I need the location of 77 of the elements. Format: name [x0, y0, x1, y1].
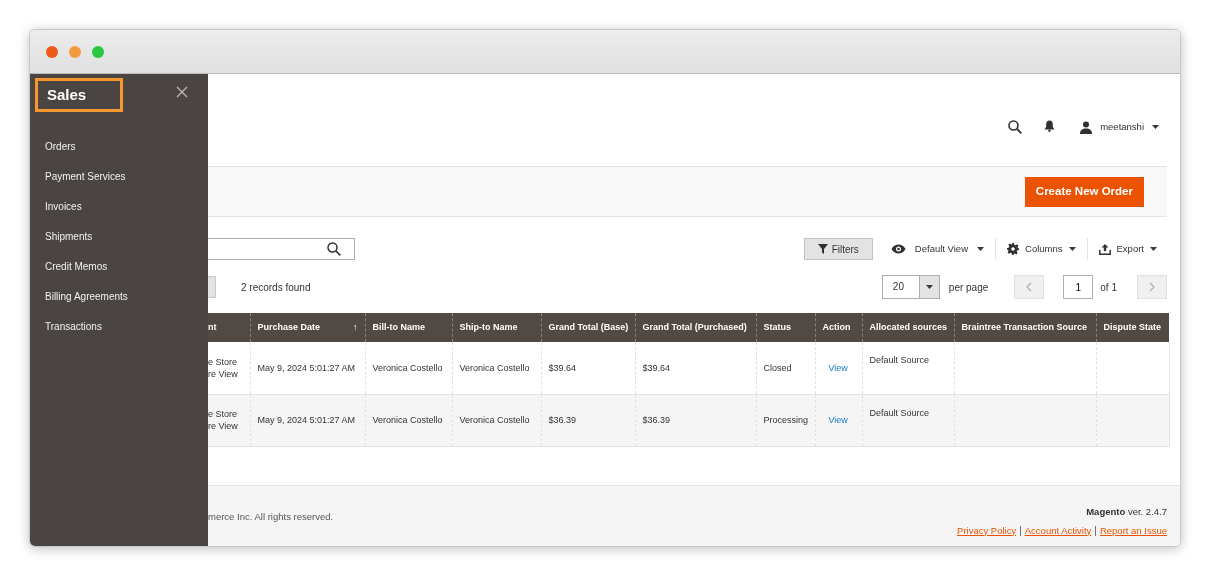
filter-icon [817, 244, 828, 254]
footer-link[interactable]: Report an Issue [1099, 523, 1167, 538]
menu-item[interactable]: Shipments [30, 222, 208, 252]
column-header[interactable]: Ship-to Name [452, 313, 541, 342]
column-header[interactable]: Dispute State [1096, 313, 1169, 342]
caret-icon [977, 247, 985, 251]
table-cell: Closed [756, 342, 815, 394]
table-cell: Default Source [862, 394, 954, 446]
next-page-button[interactable] [1137, 275, 1167, 299]
menu-item[interactable]: Billing Agreements [30, 282, 208, 312]
caret-icon [925, 285, 933, 289]
table-cell: May 9, 2024 5:01:27 AM [250, 342, 365, 394]
page-total-label: of 1 [1100, 280, 1117, 295]
chevron-left-icon [1026, 282, 1033, 292]
table-cell: Veronica Costello [452, 394, 541, 446]
menu-item[interactable]: Credit Memos [30, 252, 208, 282]
table-cell: e Store re View [208, 342, 250, 394]
table-cell: Veronica Costello [365, 342, 452, 394]
actions-dropdown[interactable] [208, 276, 216, 298]
previous-page-button[interactable] [1014, 275, 1045, 299]
search-icon [327, 242, 341, 256]
user-icon [1080, 120, 1093, 134]
search-icon[interactable] [1008, 120, 1023, 134]
user-menu[interactable]: meetanshi [1080, 120, 1159, 135]
table-cell: $36.39 [635, 394, 756, 446]
link-separator: | [1019, 524, 1022, 539]
eye-icon [890, 244, 906, 254]
column-header[interactable]: Action [815, 313, 862, 342]
export-dropdown[interactable]: Export [1087, 241, 1157, 257]
sidebar-title: Sales [35, 78, 123, 112]
column-header[interactable]: Allocated sources [862, 313, 954, 342]
search-field[interactable] [208, 238, 355, 260]
column-header[interactable]: Grand Total (Base) [541, 313, 635, 342]
table-cell: e Store re View [208, 394, 250, 446]
bell-icon[interactable] [1044, 120, 1056, 132]
maximize-window-button[interactable] [92, 45, 104, 58]
view-link[interactable]: View [828, 415, 848, 425]
table-cell: May 9, 2024 5:01:27 AM [250, 394, 365, 446]
table-cell: $39.64 [635, 342, 756, 394]
minimize-window-button[interactable] [69, 45, 81, 58]
upload-icon [1098, 243, 1111, 255]
column-header[interactable]: Purchase Date ↑ [250, 313, 365, 342]
view-link[interactable]: View [828, 362, 848, 373]
version-text: Magento ver. 2.4.7 [1086, 505, 1167, 519]
page-number-field[interactable]: 1 [1063, 275, 1094, 299]
create-order-button[interactable]: Create New Order [1024, 176, 1144, 207]
column-header[interactable]: Status [756, 313, 815, 342]
table-cell: Veronica Costello [452, 342, 541, 394]
menu-item[interactable]: Invoices [30, 192, 208, 222]
chevron-right-icon [1149, 282, 1155, 292]
menu-item[interactable]: Payment Services [30, 162, 208, 192]
menu-item[interactable]: Transactions [30, 312, 208, 342]
column-header[interactable]: Bill-to Name [365, 313, 452, 342]
link-separator: | [1094, 524, 1097, 539]
filters-button[interactable]: Filters [803, 238, 873, 260]
records-count: 2 records found [241, 280, 311, 295]
per-page-label: per page [948, 280, 989, 295]
column-header[interactable]: nt [208, 313, 250, 342]
table-cell: Processing [756, 394, 815, 446]
menu-item[interactable]: Orders [30, 132, 208, 162]
caret-icon [1068, 247, 1076, 251]
close-icon[interactable] [176, 86, 188, 98]
column-header[interactable]: Grand Total (Purchased) [635, 313, 756, 342]
caret-icon [1152, 125, 1159, 130]
view-dropdown[interactable]: Default View [879, 241, 996, 257]
caret-icon [1150, 247, 1157, 251]
copyright-text: merce Inc. All rights reserved. [208, 510, 334, 524]
table-cell: $39.64 [541, 342, 635, 394]
gear-icon [1007, 243, 1020, 255]
table-cell: Veronica Costello [365, 394, 452, 446]
column-header[interactable]: Braintree Transaction Source [954, 313, 1096, 342]
columns-dropdown[interactable]: Columns [996, 241, 1087, 257]
footer-link[interactable]: Account Activity [1024, 523, 1092, 538]
page-size-select[interactable]: 20 [881, 275, 940, 299]
table-cell: $36.39 [541, 394, 635, 446]
table-cell: Default Source [862, 342, 954, 394]
close-window-button[interactable] [46, 45, 58, 58]
